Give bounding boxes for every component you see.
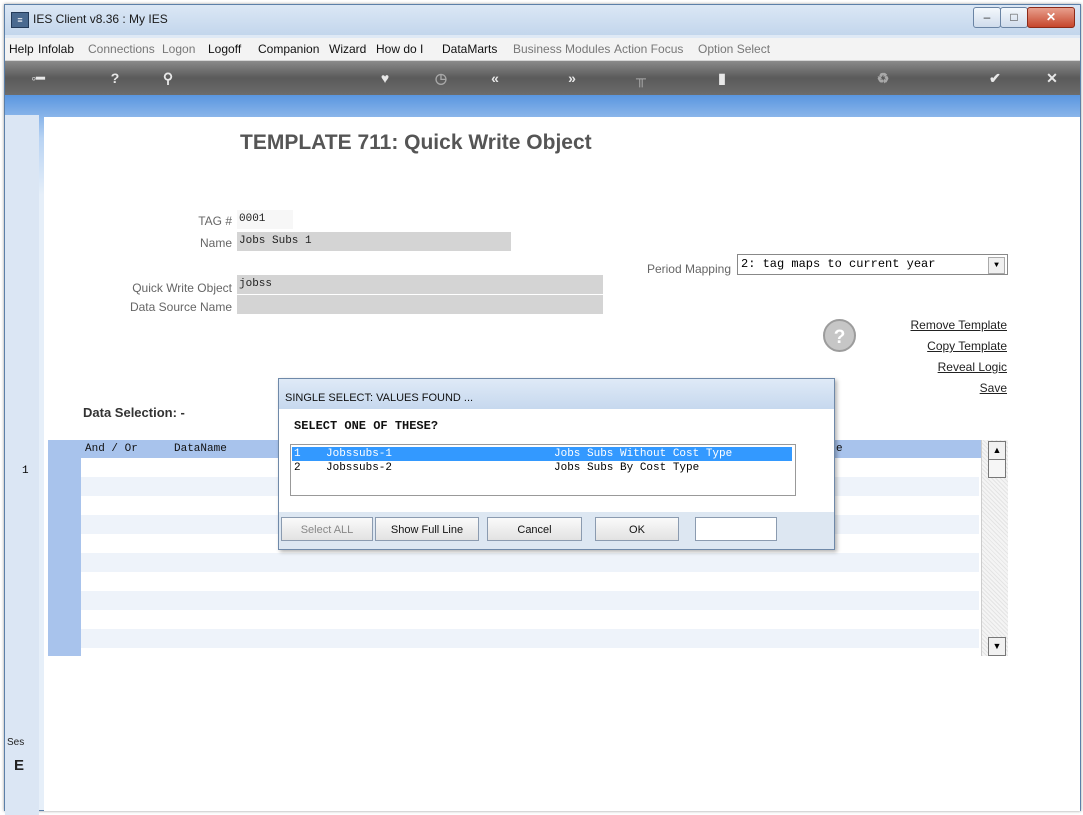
tools-icon[interactable]: ╥ xyxy=(631,69,651,87)
scroll-down-icon[interactable]: ▼ xyxy=(988,637,1006,656)
remove-template-link[interactable]: Remove Template xyxy=(911,318,1008,332)
menu-datamarts[interactable]: DataMarts xyxy=(442,42,497,56)
select-all-button[interactable]: Select ALL xyxy=(281,517,373,541)
menu-how-do-i[interactable]: How do I xyxy=(376,42,423,56)
filter-input[interactable] xyxy=(695,517,777,541)
tag-field[interactable]: 0001 xyxy=(237,210,293,229)
data-source-name-label: Data Source Name xyxy=(129,300,232,314)
maximize-button[interactable]: □ xyxy=(1000,7,1028,28)
app-icon: ≡ xyxy=(11,12,29,28)
table-row[interactable] xyxy=(81,572,979,591)
chevron-down-icon[interactable]: ▼ xyxy=(988,257,1005,274)
toolbar: ◦━ ? ⚲ ♥ ◷ « » ╥ ▮ ♻ ✔ ✕ xyxy=(5,61,1080,95)
session-icon[interactable]: E xyxy=(14,757,24,774)
col-partial: e xyxy=(836,443,843,455)
close-icon[interactable]: ✕ xyxy=(1042,69,1062,87)
forward-icon[interactable]: » xyxy=(562,69,582,87)
help-circle-icon[interactable]: ? xyxy=(823,319,856,352)
menu-wizard[interactable]: Wizard xyxy=(329,42,366,56)
menu-action-focus[interactable]: Action Focus xyxy=(614,42,683,56)
option-number: 1 xyxy=(294,448,301,460)
scroll-thumb[interactable] xyxy=(988,459,1006,478)
period-mapping-label: Period Mapping xyxy=(646,262,731,276)
menu-infolab[interactable]: Infolab xyxy=(38,42,74,56)
key-icon[interactable]: ◦━ xyxy=(23,69,53,87)
session-label: Ses xyxy=(7,737,25,748)
heart-icon[interactable]: ♥ xyxy=(375,69,395,87)
cancel-button[interactable]: Cancel xyxy=(487,517,582,541)
search-icon[interactable]: ⚲ xyxy=(158,69,178,87)
table-row[interactable] xyxy=(81,629,979,648)
dialog-button-bar: Select ALL Show Full Line Cancel OK xyxy=(279,512,834,549)
period-mapping-select[interactable]: 2: tag maps to current year ▼ xyxy=(737,254,1008,275)
single-select-dialog: SINGLE SELECT: VALUES FOUND ... SELECT O… xyxy=(278,378,835,550)
list-item[interactable]: 2 Jobssubs-2 Jobs Subs By Cost Type xyxy=(292,461,792,475)
name-field[interactable]: Jobs Subs 1 xyxy=(237,232,511,251)
col-and-or: And / Or xyxy=(85,443,138,455)
menu-help[interactable]: Help xyxy=(9,42,34,56)
copy-template-link[interactable]: Copy Template xyxy=(927,339,1007,353)
menu-bar: Help Infolab Connections Logon Logoff Co… xyxy=(5,38,1080,61)
table-row[interactable] xyxy=(81,591,979,610)
recycle-icon[interactable]: ♻ xyxy=(873,69,893,87)
menu-logoff[interactable]: Logoff xyxy=(208,42,241,56)
data-source-name-field[interactable] xyxy=(237,295,603,314)
menu-companion[interactable]: Companion xyxy=(258,42,319,56)
ok-button[interactable]: OK xyxy=(595,517,679,541)
col-dataname: DataName xyxy=(174,443,227,455)
menu-connections[interactable]: Connections xyxy=(88,42,155,56)
option-description: Jobs Subs Without Cost Type xyxy=(554,448,733,460)
dialog-title: SINGLE SELECT: VALUES FOUND ... xyxy=(279,379,834,409)
close-window-button[interactable]: ✕ xyxy=(1027,7,1075,28)
save-link[interactable]: Save xyxy=(980,381,1007,395)
tag-label: TAG # xyxy=(198,214,232,228)
data-selection-label: Data Selection: - xyxy=(83,405,185,420)
window-title: IES Client v8.36 : My IES xyxy=(33,12,168,26)
options-list[interactable]: 1 Jobssubs-1 Jobs Subs Without Cost Type… xyxy=(290,444,796,496)
table-row[interactable] xyxy=(81,610,979,629)
list-item[interactable]: 1 Jobssubs-1 Jobs Subs Without Cost Type xyxy=(292,447,792,461)
grid-row-header xyxy=(48,440,81,656)
show-full-line-button[interactable]: Show Full Line xyxy=(375,517,479,541)
title-bar[interactable]: ≡ IES Client v8.36 : My IES – □ ✕ xyxy=(5,5,1080,35)
reveal-logic-link[interactable]: Reveal Logic xyxy=(938,360,1007,374)
row-number: 1 xyxy=(22,465,29,477)
back-icon[interactable]: « xyxy=(485,69,505,87)
quick-write-object-field[interactable]: jobss xyxy=(237,275,603,294)
option-code: Jobssubs-1 xyxy=(326,448,393,460)
option-description: Jobs Subs By Cost Type xyxy=(554,462,700,474)
menu-option-select[interactable]: Option Select xyxy=(698,42,770,56)
period-mapping-value: 2: tag maps to current year xyxy=(741,257,936,271)
table-row[interactable] xyxy=(81,553,979,572)
page-title: TEMPLATE 711: Quick Write Object xyxy=(240,131,592,154)
help-icon[interactable]: ? xyxy=(105,69,125,87)
minimize-button[interactable]: – xyxy=(973,7,1001,28)
option-number: 2 xyxy=(294,462,301,474)
dialog-prompt: SELECT ONE OF THESE? xyxy=(294,419,439,433)
clock-icon[interactable]: ◷ xyxy=(431,69,451,87)
grid-scrollbar[interactable]: ▲ ▼ xyxy=(981,440,1008,656)
menu-logon[interactable]: Logon xyxy=(162,42,195,56)
option-code: Jobssubs-2 xyxy=(326,462,393,474)
scroll-up-icon[interactable]: ▲ xyxy=(988,441,1006,460)
check-icon[interactable]: ✔ xyxy=(985,69,1005,87)
quick-write-object-label: Quick Write Object xyxy=(132,281,232,295)
window-icon[interactable]: ▮ xyxy=(712,69,732,87)
menu-business-modules[interactable]: Business Modules xyxy=(513,42,610,56)
name-label: Name xyxy=(199,236,232,250)
